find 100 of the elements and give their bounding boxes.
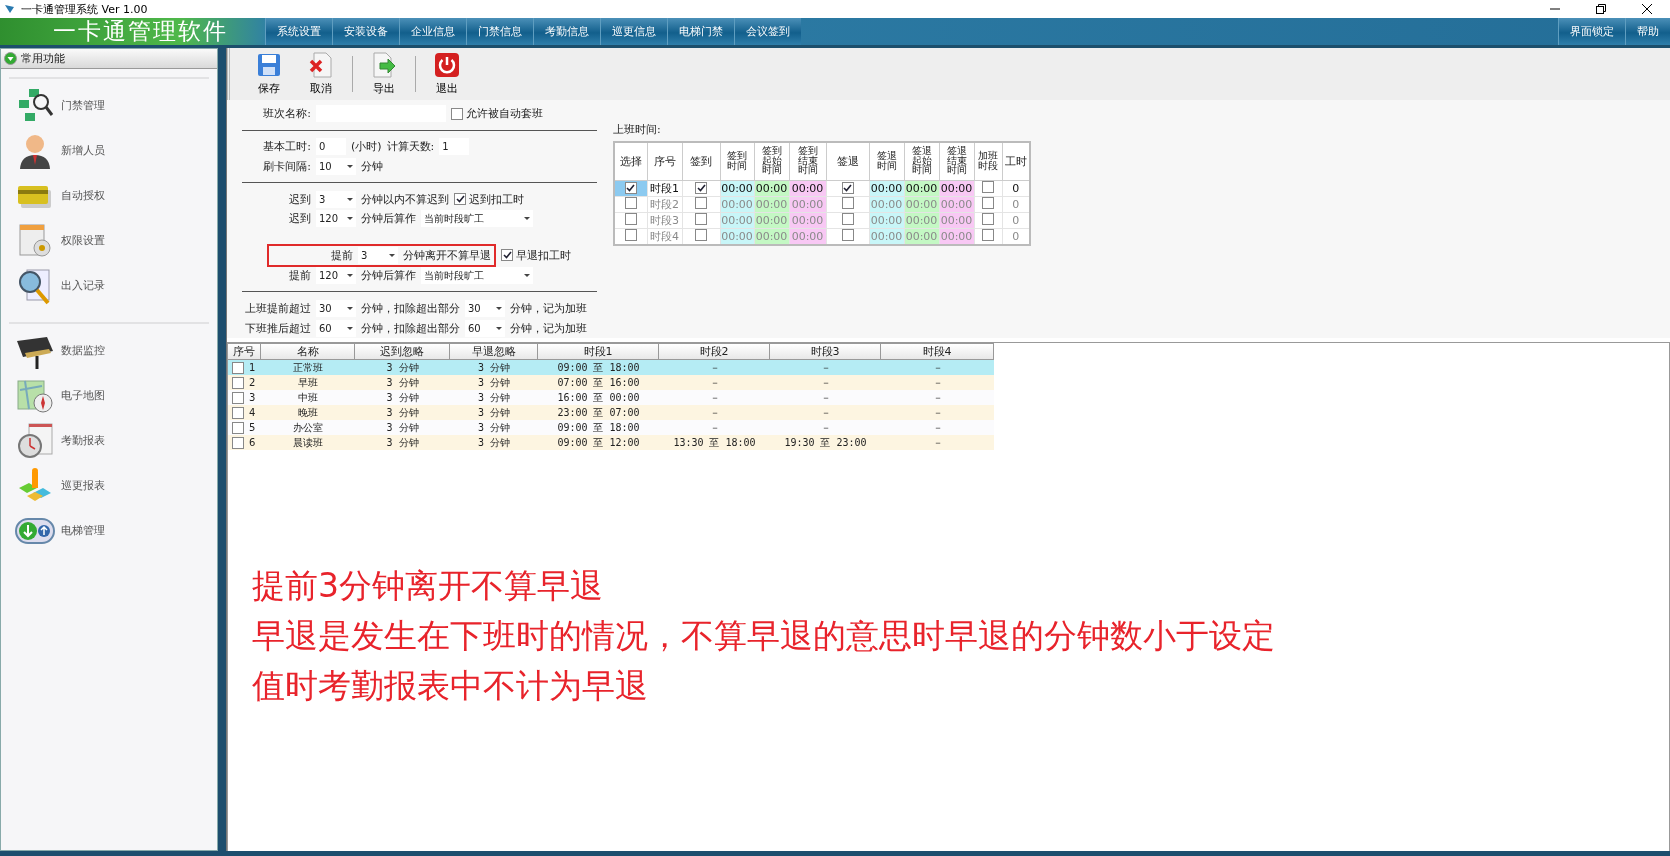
caption-text: 提前3分钟离开不算早退	[252, 565, 604, 607]
checkbox[interactable]	[232, 361, 244, 374]
checkbox[interactable]	[451, 107, 463, 120]
table-cell: －	[820, 360, 831, 375]
table-cell: 16:00 至 00:00	[557, 390, 640, 405]
table-cell: 中班	[298, 390, 318, 405]
dropdown[interactable]: 30	[465, 299, 505, 317]
checkbox[interactable]	[454, 193, 466, 206]
table-row[interactable]: 3 中班 3 分钟 3 分钟 16:00 至 00:00 － － －	[228, 390, 994, 405]
checkbox[interactable]	[624, 181, 637, 194]
column-header: 签退结束时间	[939, 142, 974, 180]
menu-item[interactable]: 会议签到	[734, 18, 801, 45]
checkbox[interactable]	[232, 376, 244, 389]
table-cell: 07:00 至 16:00	[557, 375, 640, 390]
column-header: 签退时间	[869, 142, 904, 180]
checkbox[interactable]	[695, 181, 707, 194]
toolbar-button[interactable]: 导出	[359, 50, 409, 98]
input-field[interactable]: 0	[316, 138, 346, 156]
table-row[interactable]: 6 晨读班 3 分钟 3 分钟 09:00 至 12:00 13:30 至 18:00 19:30 至 23:00 －	[228, 435, 994, 450]
table-cell: 3 分钟	[386, 390, 419, 405]
table-cell: －	[932, 420, 943, 435]
table-cell: 3 分钟	[386, 435, 419, 450]
checkbox[interactable]	[232, 436, 244, 449]
menu-item[interactable]: 系统设置	[265, 18, 332, 45]
table-cell: 晨读班	[293, 435, 323, 450]
dropdown[interactable]: 3	[358, 246, 398, 264]
input-field[interactable]: 1	[439, 138, 470, 156]
field-text: 分钟以内不算迟到	[361, 191, 449, 207]
table-cell: －	[820, 390, 831, 405]
table-row[interactable]: 4 晚班 3 分钟 3 分钟 23:00 至 07:00 － － －	[228, 405, 994, 420]
table-cell: 办公室	[293, 420, 323, 435]
table-cell: 晚班	[298, 405, 318, 420]
table-cell: －	[709, 405, 720, 420]
menu-item[interactable]: 电梯门禁	[667, 18, 734, 45]
field-label: 迟到	[288, 191, 311, 207]
table-row[interactable]: 2 早班 3 分钟 3 分钟 07:00 至 16:00 － － －	[228, 375, 994, 390]
field-text: 分钟	[361, 158, 383, 174]
column-header: 早退忽略	[450, 343, 538, 360]
dropdown[interactable]: 当前时段旷工	[421, 267, 533, 285]
sidebar-item[interactable]: 出入记录	[15, 263, 209, 308]
dropdown[interactable]: 60	[316, 319, 356, 337]
toolbar-button[interactable]: 退出	[422, 50, 472, 98]
field-text: 计算天数:	[386, 139, 435, 155]
table-cell: 4	[249, 407, 256, 418]
checkbox[interactable]	[841, 181, 854, 194]
app-icon	[4, 4, 16, 14]
sidebar-header[interactable]: 常用功能	[1, 49, 217, 69]
dropdown[interactable]: 60	[465, 319, 505, 337]
table-cell: 09:00 至 12:00	[557, 435, 640, 450]
checkbox-label: 允许被自动套班	[466, 106, 543, 122]
sidebar-item[interactable]: 自动授权	[15, 173, 209, 218]
table-cell: 5	[249, 422, 256, 433]
table-cell: 1	[249, 362, 256, 373]
sidebar-item[interactable]: 电子地图	[15, 373, 209, 418]
column-header: 序号	[228, 343, 261, 360]
menu-item[interactable]: 企业信息	[399, 18, 466, 45]
table-cell: 3 分钟	[477, 405, 510, 420]
checkbox[interactable]	[232, 391, 244, 404]
menu-item[interactable]: 门禁信息	[466, 18, 533, 45]
dropdown[interactable]: 10	[316, 157, 356, 175]
checkbox[interactable]	[232, 406, 244, 419]
sidebar-item[interactable]: 数据监控	[15, 328, 209, 373]
sidebar-item[interactable]: 电梯管理	[15, 508, 209, 553]
toolbar-button[interactable]: 取消	[296, 50, 346, 98]
sidebar-item[interactable]: 门禁管理	[15, 83, 209, 128]
checkbox-label: 早退扣工时	[516, 247, 571, 263]
column-header: 签退	[826, 142, 869, 180]
table-row[interactable]: 5 办公室 3 分钟 3 分钟 09:00 至 18:00 － － －	[228, 420, 994, 435]
menu-item[interactable]: 巡更信息	[600, 18, 667, 45]
menu-item[interactable]: 考勤信息	[533, 18, 600, 45]
table-cell: 3 分钟	[386, 375, 419, 390]
column-header: 加班时段	[974, 142, 1002, 180]
sidebar-item[interactable]: 新增人员	[15, 128, 209, 173]
table-cell: 3 分钟	[477, 390, 510, 405]
table-cell: －	[709, 420, 720, 435]
dropdown[interactable]: 3	[316, 190, 356, 208]
toolbar-button[interactable]: 保存	[244, 50, 294, 98]
sidebar-item[interactable]: 权限设置	[15, 218, 209, 263]
app-name: 一卡通管理软件	[52, 18, 229, 45]
table-row[interactable]: 1 正常班 3 分钟 3 分钟 09:00 至 18:00 － － －	[228, 360, 994, 375]
menu-item[interactable]: 界面锁定	[1558, 18, 1625, 45]
column-header: 迟到忽略	[355, 343, 450, 360]
menu-item[interactable]: 帮助	[1625, 18, 1670, 45]
table-cell: －	[709, 375, 720, 390]
sidebar-item[interactable]: 巡更报表	[15, 463, 209, 508]
table-cell: 6	[249, 437, 256, 448]
checkbox[interactable]	[232, 421, 244, 434]
dropdown[interactable]: 120	[316, 267, 356, 285]
menu-item[interactable]: 安装设备	[332, 18, 399, 45]
window-title: 一卡通管理系统 Ver 1.00	[21, 1, 148, 17]
dropdown[interactable]: 当前时段旷工	[421, 210, 533, 228]
column-header: 签到时间	[720, 142, 754, 180]
table-cell: 3 分钟	[477, 420, 510, 435]
sidebar-item[interactable]: 考勤报表	[15, 418, 209, 463]
table-cell: －	[709, 390, 720, 405]
checkbox[interactable]	[501, 249, 513, 262]
dropdown[interactable]: 120	[316, 210, 356, 228]
caption-text: 早退是发生在下班时的情况，不算早退的意思时早退的分钟数小于设定	[252, 615, 1275, 657]
table-cell: 23:00 至 07:00	[557, 405, 640, 420]
dropdown[interactable]: 30	[316, 299, 356, 317]
